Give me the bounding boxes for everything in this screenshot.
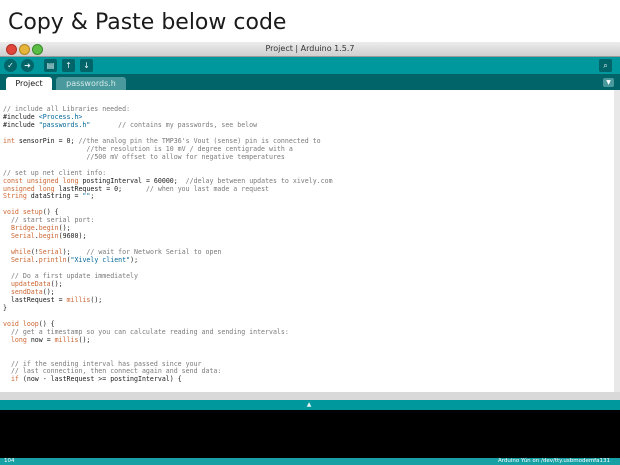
tab-project[interactable]: Project xyxy=(6,77,52,90)
code-line: lastRequest = millis(); xyxy=(3,295,103,304)
code-line: void setup() { xyxy=(3,208,59,217)
toolbar: ✓ ➜ ▤ ↑ ↓ ⌕ xyxy=(0,57,620,74)
code-line: Bridge.begin(); xyxy=(10,224,71,233)
code-line: // Do a first update immediately xyxy=(10,272,138,281)
window-title: Project | Arduino 1.5.7 xyxy=(265,44,355,53)
code-line: String dataString = ""; xyxy=(3,192,95,201)
code-line: const unsigned long postingInterval = 60… xyxy=(3,176,333,185)
code-line: int sensorPin = 0; //the analog pin the … xyxy=(3,136,321,145)
code-line: Serial.begin(9600); xyxy=(10,232,87,241)
code-line: //500 mV offset to allow for negative te… xyxy=(86,152,285,161)
code-line: // last connection, then connect again a… xyxy=(10,367,222,376)
editor-vertical-scrollbar[interactable] xyxy=(614,90,620,392)
arrow-right-icon: ➜ xyxy=(24,61,31,70)
status-bar: 104 Arduino Yún on /dev/tty.usbmodemfa13… xyxy=(0,458,620,465)
editor-horizontal-scrollbar[interactable] xyxy=(0,392,620,400)
new-sketch-button[interactable]: ▤ xyxy=(44,59,57,72)
status-board-port: Arduino Yún on /dev/tty.usbmodemfa131 xyxy=(497,458,610,464)
save-down-arrow-icon: ↓ xyxy=(83,61,90,70)
code-line: void loop() { xyxy=(3,319,55,328)
status-line-number: 104 xyxy=(4,458,15,464)
code-line: updateData(); xyxy=(10,279,63,288)
code-line: // include all Libraries needed: xyxy=(3,105,131,113)
code-line: #include "passwords.h" // contains my pa… xyxy=(3,120,258,129)
window-titlebar: Project | Arduino 1.5.7 xyxy=(0,42,620,57)
code-line: } xyxy=(3,303,7,312)
code-line: while(!Serial); // wait for Network Seri… xyxy=(10,248,222,257)
code-line: //the resolution is 10 mV / degree centi… xyxy=(86,144,293,153)
open-up-arrow-icon: ↑ xyxy=(65,61,72,70)
editor-console-divider[interactable]: ▲ xyxy=(0,400,620,410)
slide-title: Copy & Paste below code xyxy=(8,10,287,35)
check-icon: ✓ xyxy=(7,61,14,70)
code-line: // get a timestamp so you can calculate … xyxy=(10,327,289,336)
code-line: // if the sending interval has passed si… xyxy=(10,359,202,368)
new-file-icon: ▤ xyxy=(46,61,55,70)
code-line: unsigned long lastRequest = 0; // when y… xyxy=(3,184,270,193)
tab-menu-button[interactable]: ▼ xyxy=(603,78,614,87)
upload-button[interactable]: ➜ xyxy=(21,59,34,72)
code-line: if (now - lastRequest >= postingInterval… xyxy=(10,375,182,384)
code-line: #include <Process.h> xyxy=(3,112,83,121)
code-line: Serial.println("Xively client"); xyxy=(10,256,139,265)
serial-monitor-button[interactable]: ⌕ xyxy=(599,59,612,72)
arduino-ide-window: Project | Arduino 1.5.7 ✓ ➜ ▤ ↑ ↓ ⌕ Proj… xyxy=(0,42,620,465)
console-output xyxy=(0,410,620,458)
code-text: // include all Libraries needed: #includ… xyxy=(3,105,333,384)
code-line: // start serial port: xyxy=(10,216,95,225)
save-sketch-button[interactable]: ↓ xyxy=(80,59,93,72)
tab-passwords-h[interactable]: passwords.h xyxy=(56,77,126,90)
code-line: // set up net client info: xyxy=(3,168,107,177)
chevron-up-icon: ▲ xyxy=(306,401,312,408)
verify-button[interactable]: ✓ xyxy=(4,59,17,72)
open-sketch-button[interactable]: ↑ xyxy=(62,59,75,72)
code-editor[interactable]: // include all Libraries needed: #includ… xyxy=(0,90,614,392)
chevron-down-icon: ▼ xyxy=(606,79,611,86)
serial-monitor-magnifier-icon: ⌕ xyxy=(603,61,608,70)
code-line: sendData(); xyxy=(10,287,55,296)
tab-bar: Project passwords.h ▼ xyxy=(0,74,620,90)
code-line: long now = millis(); xyxy=(10,335,91,344)
